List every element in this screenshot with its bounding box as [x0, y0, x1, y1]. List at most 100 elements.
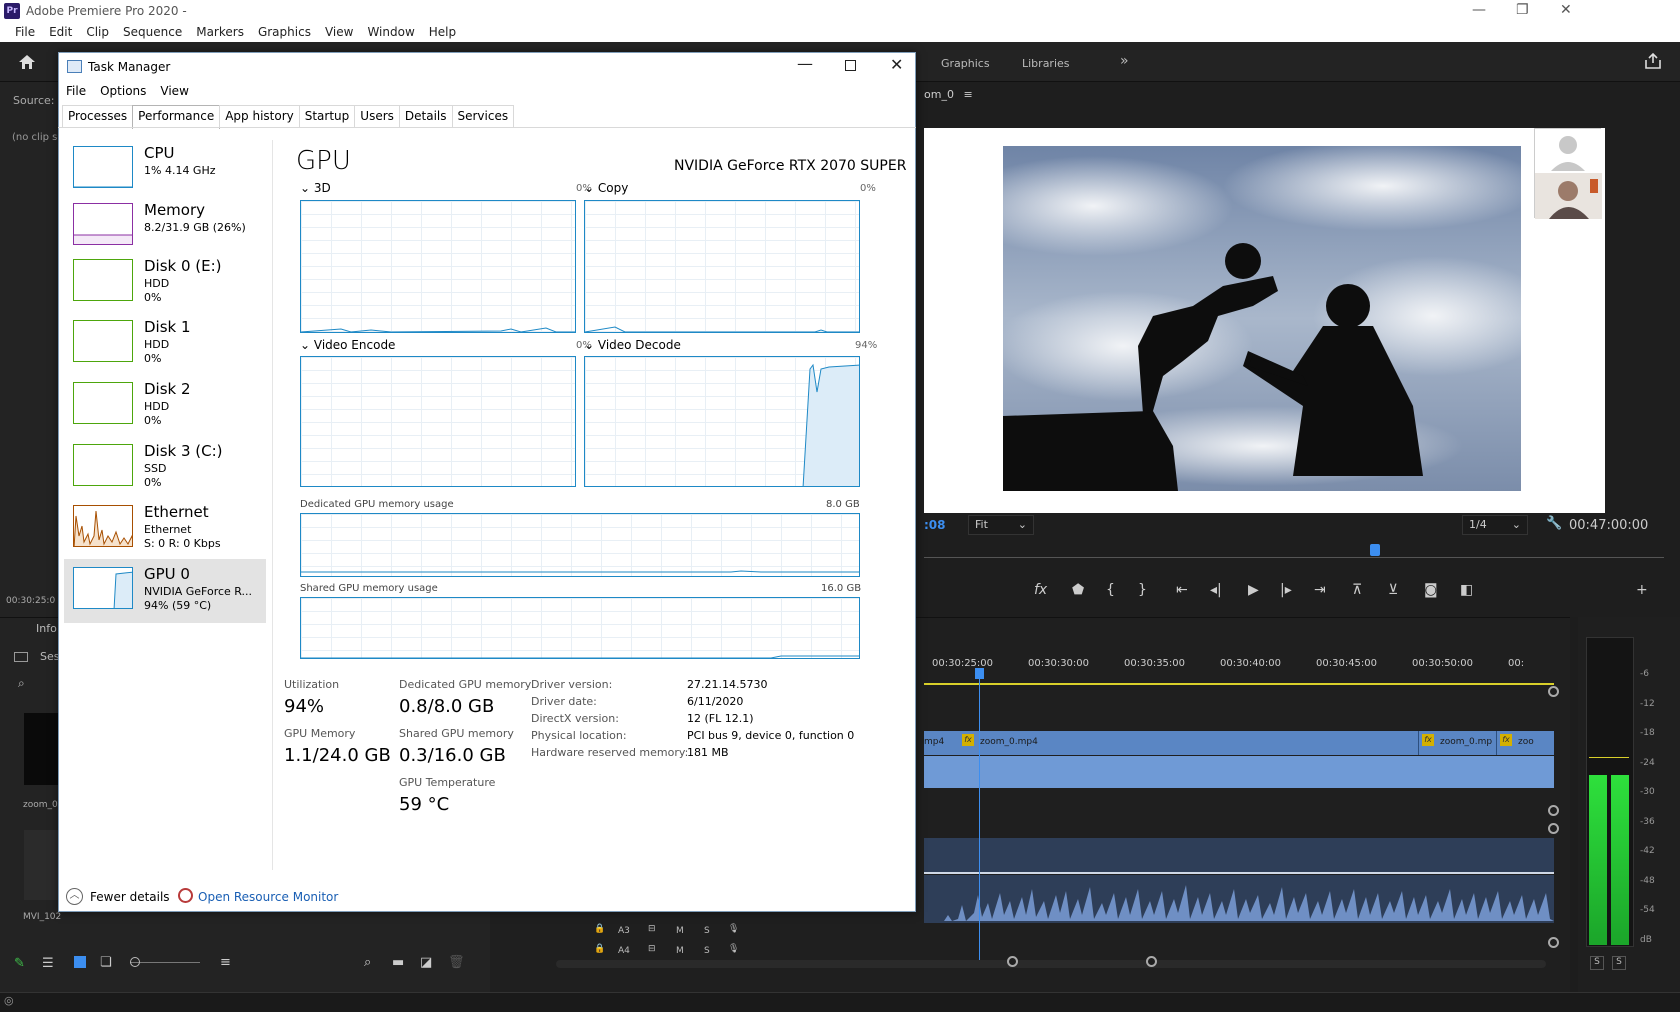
menu-file[interactable]: File — [66, 84, 86, 98]
audio-track-clip[interactable] — [924, 838, 1554, 872]
close-icon[interactable]: ✕ — [890, 55, 903, 74]
program-current-timecode[interactable]: :08 — [924, 518, 946, 532]
scroll-handle[interactable] — [1548, 823, 1559, 834]
step-back-icon[interactable]: ◂| — [1210, 582, 1222, 598]
new-item-icon[interactable]: ◪ — [420, 955, 432, 970]
tab-details[interactable]: Details — [398, 105, 453, 128]
timeline-horizontal-scrollbar[interactable] — [556, 960, 1546, 968]
export-frame-icon[interactable]: ◙ — [1424, 582, 1438, 598]
fewer-details-link[interactable]: Fewer details — [90, 890, 170, 904]
pencil-icon[interactable]: ✎ — [14, 956, 25, 971]
maximize-icon[interactable] — [845, 60, 856, 71]
sidebar-item-disk-1[interactable]: Disk 1 HDD 0% — [64, 312, 266, 376]
solo-button[interactable]: S — [704, 926, 710, 936]
mute-button[interactable]: M — [676, 926, 684, 936]
wrench-icon[interactable]: 🔧 — [1546, 516, 1562, 531]
minimize-icon[interactable]: — — [1472, 2, 1486, 18]
restore-icon[interactable]: ❐ — [1516, 2, 1529, 18]
track-output-icon[interactable]: ⊟ — [648, 924, 656, 934]
scrollbar-handle-left[interactable] — [1007, 956, 1018, 967]
workspace-tab-graphics[interactable]: Graphics — [941, 57, 990, 70]
audio-waveform-clip[interactable] — [924, 875, 1554, 923]
go-to-out-icon[interactable]: ⇥ — [1314, 582, 1326, 598]
list-view-icon[interactable]: ☰ — [42, 956, 54, 971]
solo-button[interactable]: S — [704, 946, 710, 956]
menu-graphics[interactable]: Graphics — [251, 22, 318, 42]
freeform-view-icon[interactable]: ❏ — [100, 955, 112, 970]
lift-icon[interactable]: ⊼ — [1352, 582, 1362, 598]
workspace-tab-libraries[interactable]: Libraries — [1022, 57, 1070, 70]
video-track-clips[interactable] — [924, 756, 1554, 788]
menu-options[interactable]: Options — [100, 84, 146, 98]
track-output-icon[interactable]: ⊟ — [648, 944, 656, 954]
mute-button[interactable]: M — [676, 946, 684, 956]
more-workspaces-icon[interactable]: » — [1120, 53, 1129, 69]
panel-menu-icon[interactable]: ≡ — [963, 88, 972, 101]
engine-video-encode-selector[interactable]: ⌄ Video Encode — [300, 338, 395, 352]
mark-out-icon[interactable]: } — [1138, 582, 1147, 598]
menu-sequence[interactable]: Sequence — [116, 22, 189, 42]
trash-icon[interactable]: 🗑 — [448, 955, 465, 970]
lock-icon[interactable]: 🔒 — [594, 944, 605, 954]
scroll-handle[interactable] — [1548, 686, 1559, 697]
playback-resolution-select[interactable]: 1/4 ⌄ — [1462, 515, 1528, 535]
work-area-bar[interactable] — [924, 683, 1554, 685]
menu-help[interactable]: Help — [422, 22, 463, 42]
chevron-up-icon[interactable]: ︿ — [66, 888, 83, 905]
menu-file[interactable]: File — [8, 22, 42, 42]
tab-info[interactable]: Info — [36, 622, 57, 635]
engine-video-decode-selector[interactable]: ⌄ Video Decode — [584, 338, 681, 352]
solo-left-button[interactable]: S — [1590, 956, 1604, 970]
open-resource-monitor-link[interactable]: Open Resource Monitor — [198, 890, 338, 904]
sidebar-item-memory[interactable]: Memory 8.2/31.9 GB (26%) — [64, 195, 266, 259]
zoom-slider[interactable] — [130, 962, 200, 963]
sidebar-item-disk-0[interactable]: Disk 0 (E:) HDD 0% — [64, 251, 266, 315]
tab-services[interactable]: Services — [451, 105, 515, 128]
tab-sessions[interactable]: Ses — [40, 650, 59, 663]
menu-markers[interactable]: Markers — [189, 22, 251, 42]
home-icon[interactable] — [18, 54, 36, 70]
solo-right-button[interactable]: S — [1612, 956, 1626, 970]
microphone-icon[interactable]: 🎙 — [728, 944, 739, 954]
sidebar-item-ethernet[interactable]: Ethernet Ethernet S: 0 R: 0 Kbps — [64, 497, 266, 561]
sidebar-item-gpu-0[interactable]: GPU 0 NVIDIA GeForce R... 94% (59 °C) — [64, 559, 266, 623]
play-icon[interactable]: ▶ — [1248, 582, 1259, 598]
step-forward-icon[interactable]: |▸ — [1280, 582, 1292, 598]
scroll-handle[interactable] — [1548, 937, 1559, 948]
menu-view[interactable]: View — [160, 84, 188, 98]
microphone-icon[interactable]: 🎙 — [728, 924, 739, 934]
tab-app-history[interactable]: App history — [219, 105, 300, 128]
extract-icon[interactable]: ⊻ — [1388, 582, 1398, 598]
clip-thumbnail[interactable] — [24, 830, 60, 900]
program-scrub-ruler[interactable] — [924, 548, 1664, 558]
sidebar-item-disk-2[interactable]: Disk 2 HDD 0% — [64, 374, 266, 438]
comparison-view-icon[interactable]: ◧ — [1460, 582, 1473, 598]
fx-icon[interactable]: fx — [1034, 582, 1047, 598]
scroll-handle[interactable] — [1548, 805, 1559, 816]
zoom-slider-handle[interactable] — [130, 957, 140, 967]
tab-performance[interactable]: Performance — [132, 105, 221, 129]
add-button-icon[interactable]: + — [1636, 582, 1648, 598]
mark-in-icon[interactable]: { — [1106, 582, 1115, 598]
tab-users[interactable]: Users — [354, 105, 400, 128]
icon-view-icon[interactable] — [74, 956, 86, 968]
engine-copy-selector[interactable]: ⌄ Copy — [584, 181, 628, 195]
program-playhead[interactable] — [1370, 544, 1380, 556]
search-icon[interactable]: ⌕ — [18, 676, 25, 691]
timeline-playhead[interactable] — [975, 668, 984, 679]
close-icon[interactable]: ✕ — [1560, 2, 1572, 18]
menu-view[interactable]: View — [318, 22, 360, 42]
timeline-playhead-line[interactable] — [979, 668, 980, 968]
new-bin-icon[interactable]: ▬ — [392, 955, 404, 970]
marker-icon[interactable]: ⬟ — [1072, 582, 1084, 598]
lock-icon[interactable]: 🔒 — [594, 924, 605, 934]
menu-clip[interactable]: Clip — [79, 22, 116, 42]
tab-startup[interactable]: Startup — [298, 105, 356, 128]
find-icon[interactable]: ⌕ — [364, 955, 371, 970]
menu-edit[interactable]: Edit — [42, 22, 79, 42]
scrollbar-handle-right[interactable] — [1146, 956, 1157, 967]
go-to-in-icon[interactable]: ⇤ — [1176, 582, 1188, 598]
menu-window[interactable]: Window — [360, 22, 421, 42]
engine-3d-selector[interactable]: ⌄ 3D — [300, 181, 331, 195]
zoom-level-select[interactable]: Fit ⌄ — [968, 515, 1034, 535]
